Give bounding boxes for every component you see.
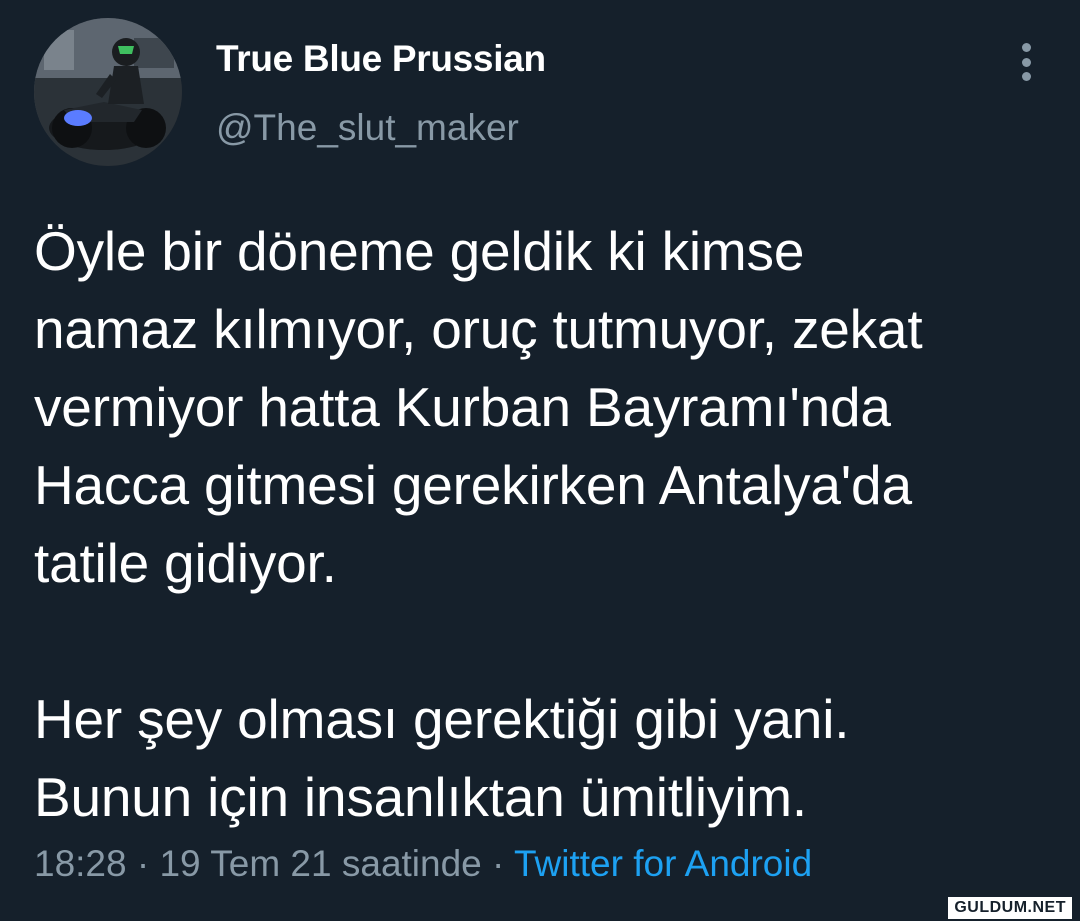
tweet-text-line: namaz kılmıyor, oruç tutmuyor, zekat (34, 298, 923, 360)
tweet-card: True Blue Prussian @The_slut_maker Öyle … (0, 0, 1080, 921)
watermark: GULDUM.NET (948, 897, 1072, 919)
meta-separator: · (481, 843, 514, 884)
tweet-text-line: Her şey olması gerektiği gibi yani. (34, 688, 850, 750)
tweet-text-line: Hacca gitmesi gerekirken Antalya'da (34, 454, 912, 516)
user-handle[interactable]: @The_slut_maker (216, 107, 519, 149)
tweet-time[interactable]: 18:28 (34, 843, 127, 884)
tweet-text-line: Öyle bir döneme geldik ki kimse (34, 220, 805, 282)
avatar-image (34, 18, 182, 166)
more-dot-icon (1021, 43, 1031, 52)
more-dot-icon (1021, 57, 1031, 67)
more-dot-icon (1021, 72, 1031, 81)
tweet-text-line: tatile gidiyor. (34, 532, 337, 594)
more-options-button[interactable] (1006, 40, 1046, 84)
meta-separator: · (126, 843, 160, 884)
tweet-text: Öyle bir döneme geldik ki kimse namaz kı… (34, 212, 1054, 836)
tweet-text-line: vermiyor hatta Kurban Bayramı'nda (34, 376, 891, 438)
display-name[interactable]: True Blue Prussian (216, 38, 546, 80)
avatar[interactable] (34, 18, 182, 166)
tweet-source-link[interactable]: Twitter for Android (514, 843, 812, 884)
tweet-date[interactable]: 19 Tem 21 saatinde (159, 843, 481, 884)
tweet-text-line: Bunun için insanlıktan ümitliyim. (34, 766, 807, 828)
tweet-meta: 18:28 · 19 Tem 21 saatinde · Twitter for… (34, 843, 812, 885)
